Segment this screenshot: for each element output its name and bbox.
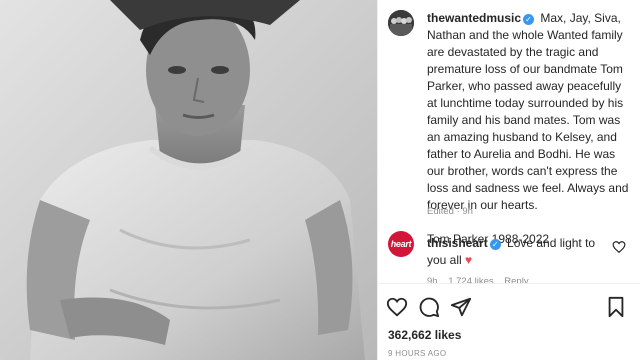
band-photo-icon (388, 10, 414, 36)
author-username[interactable]: thewantedmusic (427, 11, 521, 25)
likes-count[interactable]: 362,662 likes (388, 328, 461, 342)
caption-panel: thewantedmusic ✓ Max, Jay, Siva, Nathan a… (378, 0, 640, 360)
author-avatar[interactable] (388, 10, 414, 36)
bookmark-icon[interactable] (605, 296, 627, 318)
comment-like-heart-icon[interactable] (612, 240, 626, 254)
caption-text: Max, Jay, Siva, Nathan and the whole Wan… (427, 11, 629, 212)
instagram-post: thewantedmusic ✓ Max, Jay, Siva, Nathan a… (0, 0, 640, 360)
commenter-avatar[interactable]: heart (388, 231, 414, 257)
red-heart-emoji-icon: ♥ (465, 253, 473, 267)
verified-badge-icon: ✓ (489, 239, 501, 250)
commenter-username[interactable]: thisisheart (427, 236, 488, 250)
verified-badge-icon: ✓ (523, 14, 535, 25)
heart-outline-icon[interactable] (386, 296, 408, 318)
speech-bubble-icon[interactable] (418, 296, 440, 318)
caption-edited-meta: Edited · 9h (427, 206, 473, 217)
paper-plane-icon[interactable] (450, 296, 472, 318)
portrait-image (0, 0, 377, 360)
heart-logo-text: heart (390, 239, 412, 249)
post-photo[interactable] (0, 0, 377, 360)
comment: thisisheart ✓ Love and light to you all ♥ (427, 235, 607, 269)
post-timestamp: 9 HOURS AGO (388, 349, 447, 358)
